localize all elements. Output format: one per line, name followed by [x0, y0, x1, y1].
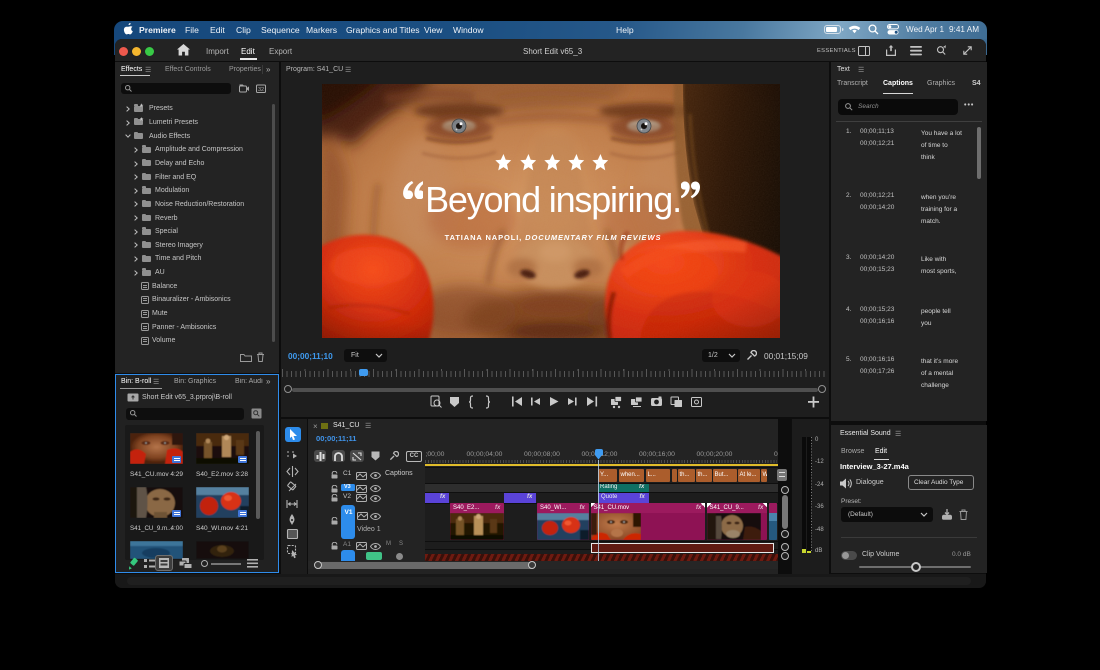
- svg-text:32: 32: [258, 87, 264, 93]
